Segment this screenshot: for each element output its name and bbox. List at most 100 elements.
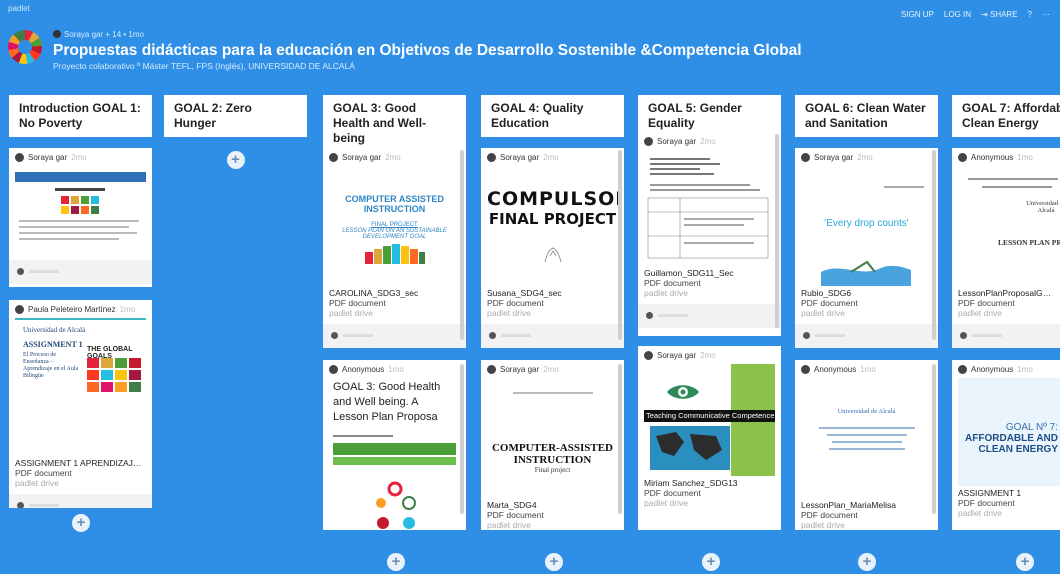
file-name[interactable]: Guillamon_SDG11_Sec: [644, 268, 775, 278]
document-thumbnail: [647, 158, 769, 259]
column-title[interactable]: GOAL 2: Zero Hunger: [164, 95, 307, 137]
file-name[interactable]: ASSIGNMENT 1 APRENDIZAJE EN EL A...: [15, 458, 146, 468]
avatar: [15, 304, 24, 314]
world-map-icon: [650, 426, 730, 470]
column-title[interactable]: Introduction GOAL 1: No Poverty: [9, 95, 152, 137]
document-preview[interactable]: Teaching Communicative Competence with T…: [644, 364, 775, 476]
file-name[interactable]: LessonPlan_MariaMelisa: [801, 500, 932, 510]
file-source: padlet drive: [329, 308, 373, 318]
sdg-arc-icon: [364, 244, 425, 264]
card-author: Soraya gar: [342, 152, 382, 162]
file-source: padlet drive: [958, 508, 1002, 518]
card-time: 2mo: [543, 364, 559, 374]
card-time: 1mo: [1017, 152, 1033, 162]
column-title[interactable]: GOAL 3: Good Health and Well-being: [323, 95, 466, 152]
top-nav: SIGN UP LOG IN ⇥ SHARE ? ···: [901, 10, 1050, 19]
scrollbar[interactable]: [775, 134, 779, 328]
document-preview[interactable]: Universidad de Alcalá: [801, 378, 932, 498]
card-time: 1mo: [388, 364, 404, 374]
add-post-button[interactable]: +: [858, 553, 876, 571]
avatar: [644, 136, 653, 146]
document-preview[interactable]: [15, 166, 146, 254]
card-georgiana[interactable]: Anonymous1mo Universidad de Alcalá LESSO…: [952, 148, 1060, 348]
document-preview[interactable]: Universidad de Alcalá LESSON PLAN PROPOS…: [958, 166, 1060, 286]
document-preview[interactable]: COMPUTER-ASSISTED INSTRUCTION Final proj…: [487, 378, 618, 498]
preview-university: Universidad de Alcalá: [23, 326, 86, 334]
add-post-button[interactable]: +: [387, 553, 405, 571]
preview-line: INSTRUCTION: [513, 454, 592, 466]
card-footer: [952, 324, 1060, 348]
card-rubio[interactable]: Soraya gar 2mo 'Every drop counts' Rubio_…: [795, 148, 938, 348]
preview-line: AFFORDABLE AND: [965, 433, 1058, 444]
preview-line: Universidad de Alcalá: [1026, 200, 1060, 214]
file-name[interactable]: Rubio_SDG6: [801, 288, 932, 298]
scrollbar[interactable]: [460, 150, 464, 340]
scrollbar[interactable]: [618, 150, 622, 340]
file-source: padlet drive: [801, 520, 845, 530]
card-guillamon[interactable]: Soraya gar 2mo Guillamon_SDG11_Sec PDF do…: [638, 132, 781, 336]
file-source: padlet drive: [15, 478, 59, 488]
column-title[interactable]: GOAL 5: Gender Equality: [638, 95, 781, 137]
card-goal7-assignment[interactable]: Anonymous 1mo GOAL Nº 7: AFFORDABLE AND C…: [952, 360, 1060, 530]
column-goal-2: GOAL 2: Zero Hunger +: [164, 95, 307, 169]
card-carolina[interactable]: Soraya gar 2mo COMPUTER ASSISTED INSTRUCT…: [323, 148, 466, 348]
column-goal-1: Introduction GOAL 1: No Poverty: [9, 95, 152, 137]
add-post-button[interactable]: +: [1016, 553, 1034, 571]
file-name[interactable]: Susana_SDG4_sec: [487, 288, 618, 298]
file-source: padlet drive: [801, 308, 845, 318]
card-melisa[interactable]: Anonymous 1mo Universidad de Alcalá Lesso…: [795, 360, 938, 530]
preview-banner: Teaching Communicative Competence with T…: [644, 410, 775, 422]
file-name[interactable]: CAROLINA_SDG3_sec: [329, 288, 460, 298]
preview-line: COMPULSORY: [487, 188, 618, 210]
preview-line: INSTRUCTION: [363, 204, 426, 214]
avatar: [487, 152, 496, 162]
scrollbar[interactable]: [618, 364, 622, 514]
signup-link[interactable]: SIGN UP: [901, 10, 934, 19]
card-footer: [638, 304, 781, 328]
column-goal-3: GOAL 3: Good Health and Well-being: [323, 95, 466, 152]
share-button[interactable]: ⇥ SHARE: [981, 10, 1018, 19]
file-source: padlet drive: [958, 308, 1002, 318]
column-title[interactable]: GOAL 4: Quality Education: [481, 95, 624, 137]
add-post-button[interactable]: +: [72, 514, 90, 532]
sdg-wheel-logo: [8, 30, 42, 64]
avatar: [958, 152, 967, 162]
scrollbar[interactable]: [932, 150, 936, 340]
login-link[interactable]: LOG IN: [944, 10, 971, 19]
preview-line: 'Every drop counts': [824, 218, 909, 229]
file-name[interactable]: Marta_SDG4: [487, 500, 618, 510]
card-assignment-1[interactable]: Paula Peleteiro Martínez 1mo Universidad …: [9, 300, 152, 508]
scrollbar[interactable]: [932, 364, 936, 514]
more-icon[interactable]: ···: [1042, 10, 1050, 19]
document-preview[interactable]: 'Every drop counts': [801, 166, 932, 286]
column-title[interactable]: GOAL 6: Clean Water and Sanitation: [795, 95, 938, 137]
file-name[interactable]: LessonPlanProposalGeorgiana: [958, 288, 1054, 298]
card-intro[interactable]: Soraya gar 2mo: [9, 148, 152, 287]
scrollbar[interactable]: [460, 364, 464, 514]
file-name[interactable]: Miriam Sanchez_SDG13: [644, 478, 775, 488]
document-preview[interactable]: [329, 427, 460, 530]
document-preview[interactable]: GOAL Nº 7: AFFORDABLE AND CLEAN ENERGY: [958, 378, 1060, 498]
add-post-button[interactable]: +: [702, 553, 720, 571]
card-time: 1mo: [119, 304, 136, 314]
card-miriam[interactable]: Soraya gar 2mo Teaching Communicative Com…: [638, 346, 781, 530]
add-post-button[interactable]: +: [226, 151, 245, 169]
file-type: PDF document: [329, 298, 386, 308]
card-goal3-lesson-plan[interactable]: Anonymous 1mo GOAL 3: Good Health and Wel…: [323, 360, 466, 530]
avatar: [329, 364, 338, 374]
card-susana[interactable]: Soraya gar2mo COMPULSORY FINAL PROJECT S…: [481, 148, 624, 348]
document-preview[interactable]: COMPUTER ASSISTED INSTRUCTION FINAL PROJ…: [329, 166, 460, 286]
file-name[interactable]: ASSIGNMENT 1: [958, 488, 1054, 498]
add-post-button[interactable]: +: [545, 553, 563, 571]
card-time: 2mo: [700, 350, 716, 360]
avatar: [801, 364, 810, 374]
avatar: [487, 364, 496, 374]
document-preview[interactable]: [644, 150, 775, 266]
help-icon[interactable]: ?: [1028, 10, 1032, 19]
app-name[interactable]: padlet: [8, 4, 30, 13]
document-preview[interactable]: Universidad de Alcalá ASSIGNMENT 1 El Pr…: [15, 318, 146, 430]
card-marta[interactable]: Soraya gar 2mo COMPUTER-ASSISTED INSTRUCT…: [481, 360, 624, 530]
document-preview[interactable]: COMPULSORY FINAL PROJECT: [487, 166, 618, 286]
eye-icon: [667, 385, 699, 399]
column-title[interactable]: GOAL 7: Affordable and Clean Energy: [952, 95, 1060, 137]
